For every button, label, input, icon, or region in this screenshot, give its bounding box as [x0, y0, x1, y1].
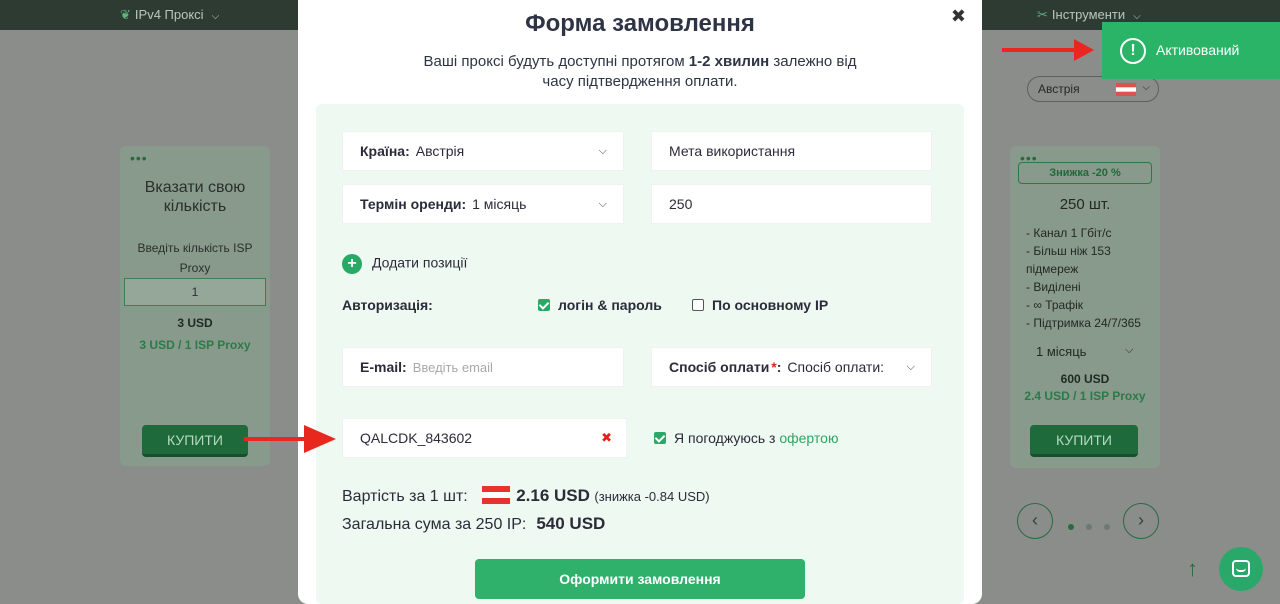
nav-ipv4-proxies[interactable]: ❦ IPv4 Проксі ⌵ — [120, 7, 219, 23]
email-field[interactable]: E-mail: Введіть email — [342, 347, 624, 387]
chat-button[interactable] — [1219, 547, 1263, 591]
package-card: ••• Знижка -20 % 250 шт. - Канал 1 Гбіт/… — [1010, 146, 1160, 468]
checkbox-empty-icon — [692, 299, 704, 311]
country-select-field[interactable]: Країна: Австрія ⌵ — [342, 131, 624, 171]
buy-button[interactable]: КУПИТИ — [142, 425, 248, 457]
austria-flag-icon — [1116, 83, 1136, 96]
tools-icon: ✂ — [1037, 7, 1048, 22]
submit-order-button[interactable]: Оформити замовлення — [475, 559, 805, 599]
quantity-input[interactable]: 1 — [124, 278, 266, 306]
payment-method-select[interactable]: Спосіб оплати *: Спосіб оплати: ⌵ — [651, 347, 932, 387]
feature-item: - Більш ніж 153 підмереж — [1026, 244, 1111, 276]
alert-icon: ! — [1120, 38, 1146, 64]
carousel-dots — [1068, 517, 1122, 535]
chevron-down-icon: ⌵ — [211, 11, 220, 22]
chevron-right-icon: › — [1138, 510, 1144, 530]
carousel-dot[interactable] — [1068, 524, 1074, 530]
feature-list: - Канал 1 Гбіт/с - Більш ніж 153 підмере… — [1026, 224, 1158, 332]
total-sum: Загальна сума за 250 IP: 540 USD — [342, 514, 606, 533]
buy-button[interactable]: КУПИТИ — [1030, 425, 1138, 457]
feature-item: - Підтримка 24/7/365 — [1026, 316, 1141, 330]
auth-label: Авторизація: — [342, 297, 433, 313]
dots-icon: ••• — [130, 150, 148, 166]
card-price: 3 USD — [177, 316, 213, 330]
plus-circle-icon: + — [342, 254, 362, 274]
package-quantity: 250 шт. — [1059, 196, 1111, 213]
chevron-down-icon: ⌵ — [906, 361, 915, 373]
auth-ip-checkbox[interactable]: По основному IP — [692, 297, 828, 313]
card-price-per-unit: 2.4 USD / 1 ISP Proxy — [1024, 389, 1146, 403]
carousel-prev-button[interactable]: ‹ — [1017, 503, 1053, 539]
feature-item: - Виділені — [1026, 280, 1081, 294]
add-position-button[interactable]: + Додати позиції — [342, 254, 467, 274]
offer-link[interactable]: офертою — [779, 430, 838, 446]
annotation-arrow-icon — [244, 425, 336, 453]
carousel-dot[interactable] — [1104, 524, 1110, 530]
quantity-input[interactable]: 250 — [651, 184, 932, 224]
scroll-top-icon[interactable]: ↑ — [1187, 556, 1198, 582]
checkbox-checked-icon — [538, 299, 550, 311]
chevron-down-icon: ⌵ — [1142, 82, 1150, 93]
country-select[interactable]: Австрія ⌵ — [1027, 76, 1159, 102]
order-form-modal: ✖ Форма замовлення Ваші проксі будуть до… — [298, 0, 982, 604]
card-title: Вказати свою кількість — [144, 179, 246, 215]
annotation-arrow-icon — [1002, 39, 1094, 61]
chevron-down-icon: ⌵ — [598, 145, 607, 157]
carousel-dot[interactable] — [1086, 524, 1092, 530]
feature-item: - ∞ Трафік — [1026, 298, 1084, 312]
unit-cost: Вартість за 1 шт: 2.16 USD (знижка -0.84… — [342, 486, 710, 505]
purpose-input[interactable]: Мета використання — [651, 131, 932, 171]
austria-flag-icon — [482, 486, 511, 504]
chevron-down-icon: ⌵ — [1125, 344, 1134, 356]
modal-title: Форма замовлення — [525, 10, 755, 37]
activated-toast: ! Активований — [1102, 22, 1280, 79]
agree-terms-checkbox[interactable]: Я погоджуюсь з офертою — [654, 430, 838, 446]
checkbox-checked-icon — [654, 432, 666, 444]
term-select-field[interactable]: Термін оренди: 1 місяць ⌵ — [342, 184, 624, 224]
order-form-panel: Країна: Австрія ⌵ Мета використання Термі… — [316, 104, 964, 604]
nav-tools[interactable]: ✂ Інструменти ⌵ — [1037, 7, 1141, 23]
chevron-down-icon: ⌵ — [1133, 11, 1141, 22]
chevron-left-icon: ‹ — [1032, 510, 1038, 530]
card-price: 600 USD — [1060, 372, 1110, 386]
promo-code-input[interactable]: QALCDK_843602 ✖ — [342, 418, 627, 458]
carousel-next-button[interactable]: › — [1123, 503, 1159, 539]
feature-item: - Канал 1 Гбіт/с — [1026, 226, 1112, 240]
clear-icon[interactable]: ✖ — [601, 419, 612, 457]
period-select[interactable]: 1 місяць — [1036, 344, 1086, 359]
quantity-label: Введіть кількість ISP Proxy — [137, 241, 253, 275]
leaf-icon: ❦ — [120, 7, 131, 22]
custom-quantity-card: ••• Вказати свою кількість Введіть кільк… — [120, 146, 270, 466]
chevron-down-icon: ⌵ — [598, 198, 607, 210]
auth-login-password-checkbox[interactable]: логін & пароль — [538, 297, 662, 313]
modal-lead-text: Ваші проксі будуть доступні протягом 1-2… — [423, 53, 857, 90]
discount-badge: Знижка -20 % — [1018, 162, 1152, 184]
card-price-per-unit: 3 USD / 1 ISP Proxy — [139, 338, 251, 352]
